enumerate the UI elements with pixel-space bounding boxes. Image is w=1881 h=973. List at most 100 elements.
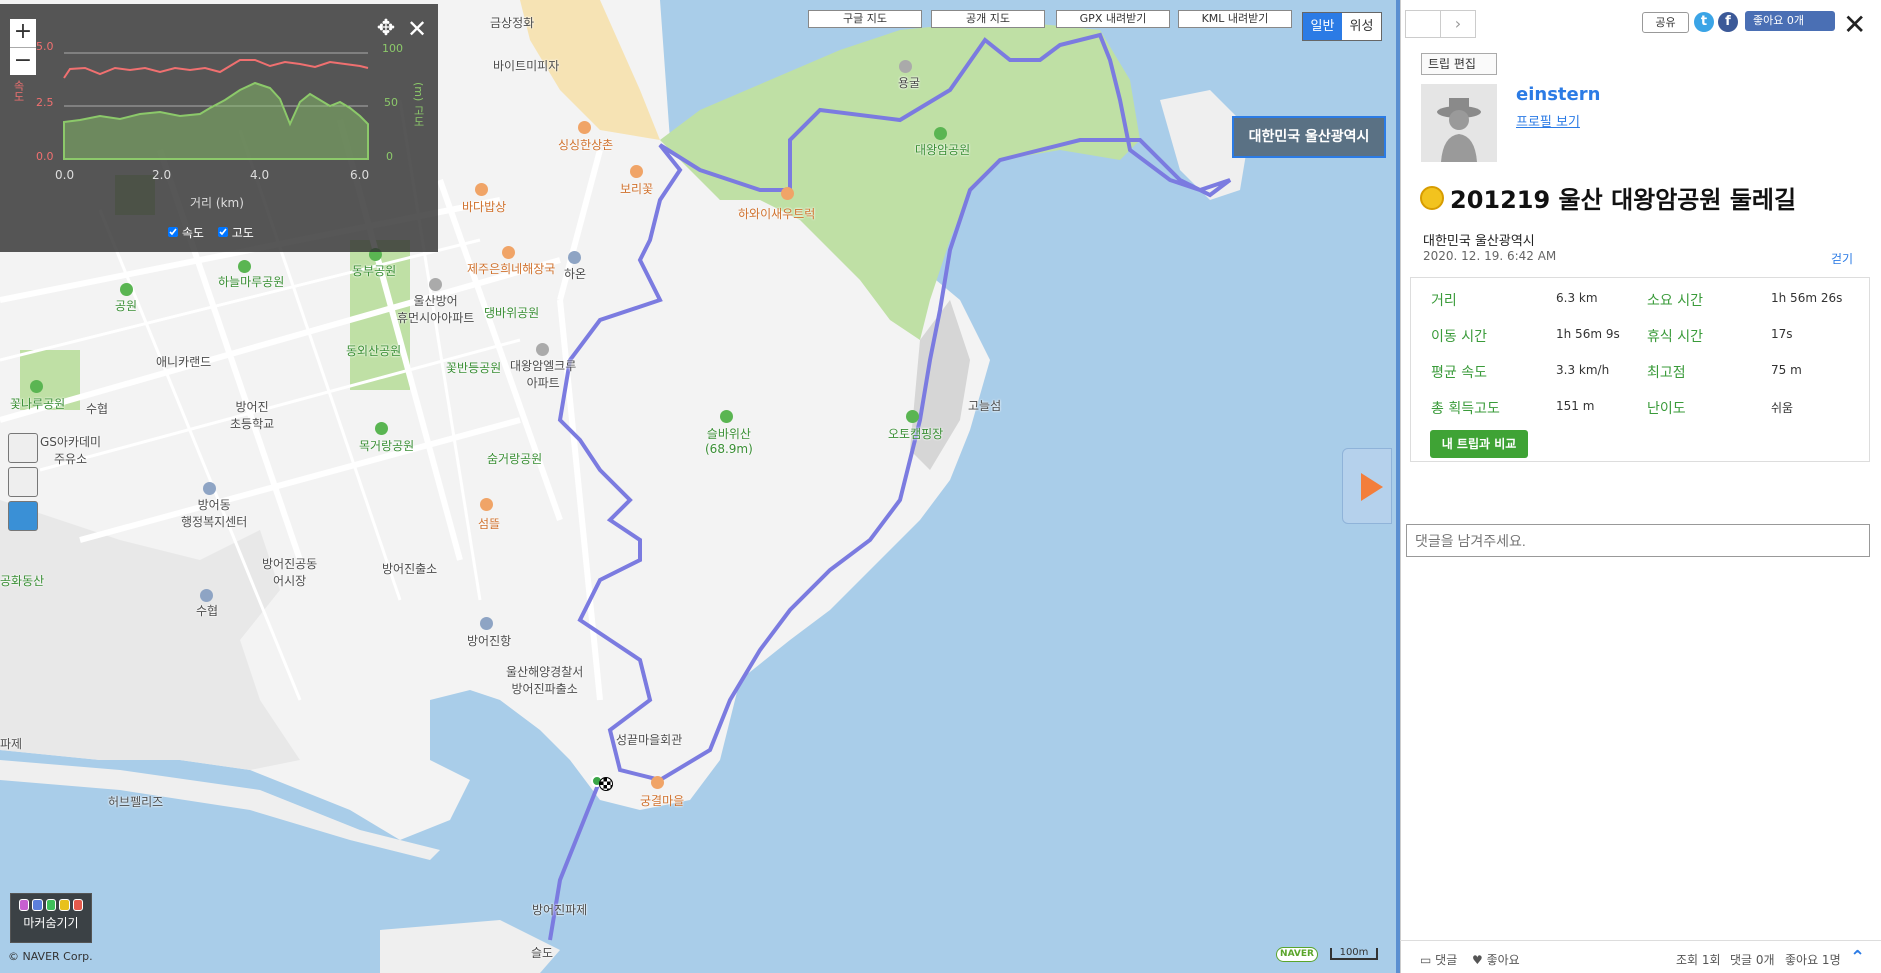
naver-logo[interactable]: NAVER [1276, 947, 1318, 962]
map-label: 슬도 [531, 946, 554, 960]
public-map-button[interactable]: 공개 지도 [931, 10, 1045, 28]
like-label: 좋아요 [1486, 953, 1520, 967]
play-button[interactable] [1342, 448, 1392, 524]
restaurant-icon[interactable] [475, 183, 488, 196]
building-icon[interactable] [480, 617, 493, 630]
park-icon[interactable] [720, 410, 733, 423]
user-silhouette-icon [1437, 98, 1481, 162]
place-icon[interactable] [429, 278, 442, 291]
photo-marker-icon [19, 899, 30, 911]
place-icon[interactable] [536, 343, 549, 356]
park-icon[interactable] [120, 283, 133, 296]
chart-legend: 속도 고도 [168, 224, 254, 241]
stat-label: 난이도 [1647, 401, 1686, 417]
stat-label: 이동 시간 [1431, 329, 1487, 345]
stat-label: 거리 [1431, 293, 1457, 309]
trip-edit-button[interactable]: 트립 편집 [1421, 53, 1497, 75]
stat-label: 소요 시간 [1647, 293, 1703, 309]
elevation-chart: + − 5.0 2.5 0.0 100 50 0 0.0 2.0 4.0 6.0… [0, 4, 438, 252]
comment-count: 댓글 0개 [1730, 953, 1775, 967]
map-label: 싱싱한상촌 [558, 138, 614, 152]
comment-button[interactable]: ▭ 댓글 [1420, 951, 1457, 968]
close-panel-icon[interactable]: ✕ [1843, 8, 1866, 41]
fb-like-button[interactable]: 좋아요 0개 [1745, 11, 1835, 31]
profile-link[interactable]: 프로필 보기 [1516, 111, 1580, 130]
building-icon[interactable] [203, 482, 216, 495]
stat-value: 75 m [1771, 363, 1802, 377]
map-label: 꽃반등공원 [446, 361, 502, 375]
trip-date: 2020. 12. 19. 6:42 AM [1423, 249, 1557, 263]
next-button[interactable]: › [1440, 10, 1476, 38]
stats-row: 거리 6.3 km 소요 시간 1h 56m 26s [1411, 282, 1871, 318]
map-label: 오토캠핑장 [888, 427, 944, 441]
park-icon[interactable] [238, 260, 251, 273]
left-tick: 2.5 [36, 96, 54, 109]
heart-icon: ♥ [1472, 953, 1483, 967]
x-tick: 4.0 [250, 168, 270, 182]
restaurant-icon[interactable] [781, 187, 794, 200]
ruler-icon[interactable] [8, 433, 38, 463]
altitude-checkbox[interactable] [217, 227, 228, 237]
restaurant-icon[interactable] [578, 121, 591, 134]
kml-download-button[interactable]: KML 내려받기 [1178, 10, 1292, 28]
stat-value: 1h 56m 26s [1771, 291, 1843, 305]
comment-input[interactable] [1406, 524, 1870, 557]
map-label: 동부공원 [352, 264, 397, 278]
move-icon[interactable]: ✥ [373, 16, 399, 42]
map-label: 용굴 [898, 76, 921, 90]
scroll-top-icon[interactable]: ⌃ [1850, 947, 1865, 968]
share-button[interactable]: 공유 [1642, 12, 1689, 33]
map-label: 대왕암엘크루 아파트 [510, 359, 577, 390]
region-tag: 대한민국 울산광역시 [1232, 116, 1386, 158]
google-map-button[interactable]: 구글 지도 [808, 10, 922, 28]
map-view[interactable]: 금상정화 바이트미피자 싱싱한상촌 보리꽃 하와이새우트럭 바다밥상 용굴 대왕… [0, 0, 1400, 973]
restaurant-icon[interactable] [630, 165, 643, 178]
map-label: 방어진항 [467, 634, 512, 648]
facebook-icon[interactable]: f [1718, 12, 1738, 32]
park-icon[interactable] [30, 380, 43, 393]
map-label: 하늘마루공원 [218, 275, 285, 289]
stat-value: 3.3 km/h [1556, 363, 1610, 377]
map-label: 방어동 행정복지센터 [181, 498, 248, 529]
view-count: 조회 1회 [1676, 953, 1721, 967]
map-label: 공원 [115, 299, 138, 313]
right-tick: 0 [386, 150, 393, 163]
altitude-toggle[interactable]: 고도 [217, 224, 254, 241]
close-chart-icon[interactable]: ✕ [404, 16, 430, 42]
trip-region: 대한민국 울산광역시 [1423, 234, 1535, 249]
map-type-satellite[interactable]: 위성 [1342, 13, 1381, 40]
building-icon[interactable] [200, 589, 213, 602]
marker-toggle[interactable]: 마커숨기기 [10, 893, 92, 943]
speed-toggle[interactable]: 속도 [168, 224, 204, 241]
avatar[interactable] [1421, 84, 1497, 162]
right-tick: 100 [382, 42, 403, 55]
finish-flag-icon[interactable] [599, 777, 613, 791]
twitter-icon[interactable]: t [1694, 12, 1714, 32]
like-button[interactable]: ♥ 좋아요 [1472, 951, 1520, 968]
building-icon[interactable] [568, 251, 581, 264]
stat-value: 쉬움 [1771, 401, 1794, 415]
restaurant-icon[interactable] [651, 776, 664, 789]
gpx-download-button[interactable]: GPX 내려받기 [1056, 10, 1170, 28]
speed-checkbox[interactable] [168, 227, 178, 237]
prev-button[interactable] [1405, 10, 1441, 38]
trip-title: 201219 울산 대왕암공원 둘레길 [1420, 180, 1796, 215]
compare-trip-button[interactable]: 내 트립과 비교 [1430, 430, 1528, 458]
map-label: 공화동산 [0, 574, 45, 588]
map-label: 동외산공원 [346, 344, 402, 358]
park-icon[interactable] [906, 410, 919, 423]
map-label: 금상정화 [490, 16, 535, 30]
map-label: 울산방어 휴먼시아아파트 [397, 294, 475, 325]
play-icon [1361, 473, 1383, 501]
map-type-normal[interactable]: 일반 [1303, 13, 1342, 40]
area-icon[interactable] [8, 467, 38, 497]
place-icon[interactable] [899, 60, 912, 73]
elevation-icon[interactable] [8, 501, 38, 531]
park-icon[interactable] [934, 127, 947, 140]
restaurant-icon[interactable] [480, 498, 493, 511]
restaurant-icon[interactable] [502, 246, 515, 259]
park-icon[interactable] [375, 422, 388, 435]
stat-value: 151 m [1556, 399, 1595, 413]
username-link[interactable]: einstern [1516, 84, 1600, 105]
comment-icon: ▭ [1420, 953, 1432, 967]
